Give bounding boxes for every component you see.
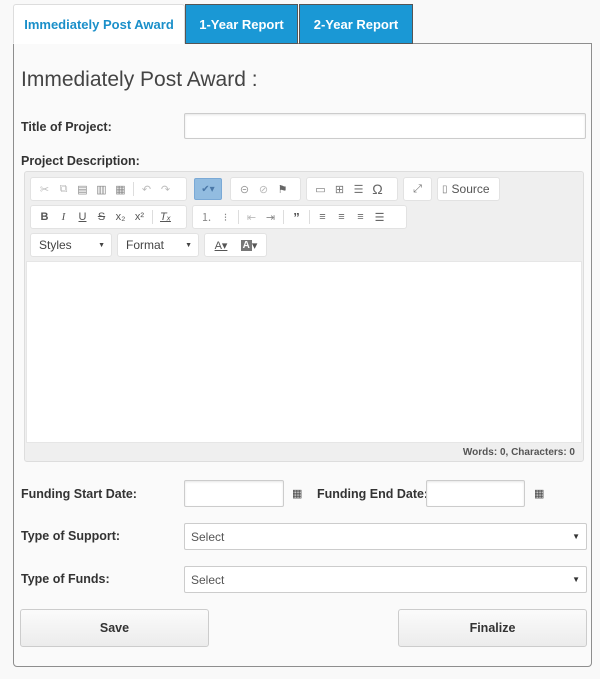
- form-panel: Immediately Post Award : Title of Projec…: [13, 43, 592, 667]
- type-of-funds-label: Type of Funds:: [21, 572, 110, 586]
- format-label: Format: [126, 238, 165, 252]
- calendar-icon[interactable]: ▦: [292, 487, 302, 500]
- unlink-icon[interactable]: ⊘: [254, 179, 273, 199]
- tools-toolbar-group: ⤢: [403, 177, 432, 201]
- tab-immediately-post-award[interactable]: Immediately Post Award: [13, 4, 185, 44]
- redo-icon[interactable]: ↷: [156, 179, 175, 199]
- funding-start-date-label: Funding Start Date:: [21, 487, 137, 501]
- editor-content-area[interactable]: [26, 261, 582, 443]
- word-count: Words: 0, Characters: 0: [462, 447, 575, 458]
- styles-label: Styles: [39, 238, 72, 252]
- funding-start-date-input[interactable]: [184, 480, 284, 507]
- funding-end-date-label: Funding End Date:: [317, 487, 429, 501]
- chevron-down-icon: ▼: [185, 241, 192, 249]
- source-button[interactable]: ▯ Source: [437, 177, 500, 201]
- maximize-icon[interactable]: ⤢: [408, 179, 427, 199]
- toolbar-separator: [283, 210, 284, 224]
- toolbar-separator: [238, 210, 239, 224]
- strikethrough-icon[interactable]: S: [92, 207, 111, 227]
- remove-format-icon[interactable]: Tₓ: [156, 207, 175, 227]
- link-toolbar-group: ⊝ ⊘ ⚑: [230, 177, 301, 201]
- calendar-icon[interactable]: ▦: [534, 487, 544, 500]
- format-dropdown[interactable]: Format ▼: [117, 233, 199, 257]
- paste-text-icon[interactable]: ▥: [92, 179, 111, 199]
- underline-icon[interactable]: U: [73, 207, 92, 227]
- dropdown-arrow-icon: ▼: [572, 532, 580, 541]
- align-left-icon[interactable]: ≡: [313, 207, 332, 227]
- basic-styles-toolbar-group: B I U S x₂ x² Tₓ: [30, 205, 187, 229]
- colors-toolbar-group: A▾ A ▾: [204, 233, 267, 257]
- bold-icon[interactable]: B: [35, 207, 54, 227]
- type-of-support-label: Type of Support:: [21, 529, 121, 543]
- horizontal-line-icon[interactable]: ☰: [349, 179, 368, 199]
- superscript-icon[interactable]: x²: [130, 207, 149, 227]
- numbered-list-icon[interactable]: ⒈: [197, 207, 216, 227]
- type-of-support-select[interactable]: Select ▼: [184, 523, 587, 550]
- spellcheck-button[interactable]: ✔▾: [194, 178, 222, 200]
- source-icon: ▯: [442, 183, 448, 195]
- subscript-icon[interactable]: x₂: [111, 207, 130, 227]
- save-button[interactable]: Save: [20, 609, 209, 647]
- align-center-icon[interactable]: ≡: [332, 207, 351, 227]
- paste-icon[interactable]: ▤: [73, 179, 92, 199]
- chevron-down-icon: ▼: [98, 241, 105, 249]
- tab-bar: Immediately Post Award 1-Year Report 2-Y…: [13, 4, 413, 44]
- align-right-icon[interactable]: ≡: [351, 207, 370, 227]
- insert-toolbar-group: ▭ ⊞ ☰ Ω: [306, 177, 398, 201]
- undo-icon[interactable]: ↶: [137, 179, 156, 199]
- outdent-icon[interactable]: ⇤: [242, 207, 261, 227]
- title-of-project-input[interactable]: [184, 113, 586, 139]
- justify-icon[interactable]: ☰: [370, 207, 389, 227]
- clipboard-toolbar-group: ✂ ⧉ ▤ ▥ ▦ ↶ ↷: [30, 177, 187, 201]
- table-icon[interactable]: ⊞: [330, 179, 349, 199]
- type-of-funds-select[interactable]: Select ▼: [184, 566, 587, 593]
- cut-icon[interactable]: ✂: [35, 179, 54, 199]
- text-color-icon[interactable]: A▾: [209, 235, 233, 255]
- spellcheck-icon: ✔▾: [201, 183, 215, 195]
- toolbar-separator: [152, 210, 153, 224]
- source-label: Source: [451, 182, 490, 196]
- image-icon[interactable]: ▭: [311, 179, 330, 199]
- background-color-icon[interactable]: A ▾: [237, 235, 261, 255]
- indent-icon[interactable]: ⇥: [261, 207, 280, 227]
- funding-end-date-input[interactable]: [426, 480, 525, 507]
- italic-icon[interactable]: I: [54, 207, 73, 227]
- page-title: Immediately Post Award :: [21, 68, 258, 91]
- project-description-label: Project Description:: [21, 154, 140, 168]
- type-of-funds-value: Select: [191, 572, 225, 587]
- finalize-button[interactable]: Finalize: [398, 609, 587, 647]
- paste-word-icon[interactable]: ▦: [111, 179, 130, 199]
- copy-icon[interactable]: ⧉: [54, 179, 73, 199]
- toolbar-separator: [309, 210, 310, 224]
- special-char-icon[interactable]: Ω: [368, 179, 387, 199]
- title-of-project-label: Title of Project:: [21, 120, 112, 134]
- type-of-support-value: Select: [191, 529, 225, 544]
- tab-1-year-report[interactable]: 1-Year Report: [185, 4, 298, 44]
- bulleted-list-icon[interactable]: ⁝: [216, 207, 235, 227]
- toolbar-separator: [133, 182, 134, 196]
- blockquote-icon[interactable]: ”: [287, 207, 306, 227]
- tab-2-year-report[interactable]: 2-Year Report: [299, 4, 413, 44]
- anchor-icon[interactable]: ⚑: [273, 179, 292, 199]
- link-icon[interactable]: ⊝: [235, 179, 254, 199]
- paragraph-toolbar-group: ⒈ ⁝ ⇤ ⇥ ” ≡ ≡ ≡ ☰: [192, 205, 407, 229]
- rich-text-editor: ✂ ⧉ ▤ ▥ ▦ ↶ ↷ ✔▾ ⊝ ⊘ ⚑ ▭ ⊞ ☰ Ω ⤢ ▯ Sourc…: [24, 171, 584, 462]
- dropdown-arrow-icon: ▼: [572, 575, 580, 584]
- styles-dropdown[interactable]: Styles ▼: [30, 233, 112, 257]
